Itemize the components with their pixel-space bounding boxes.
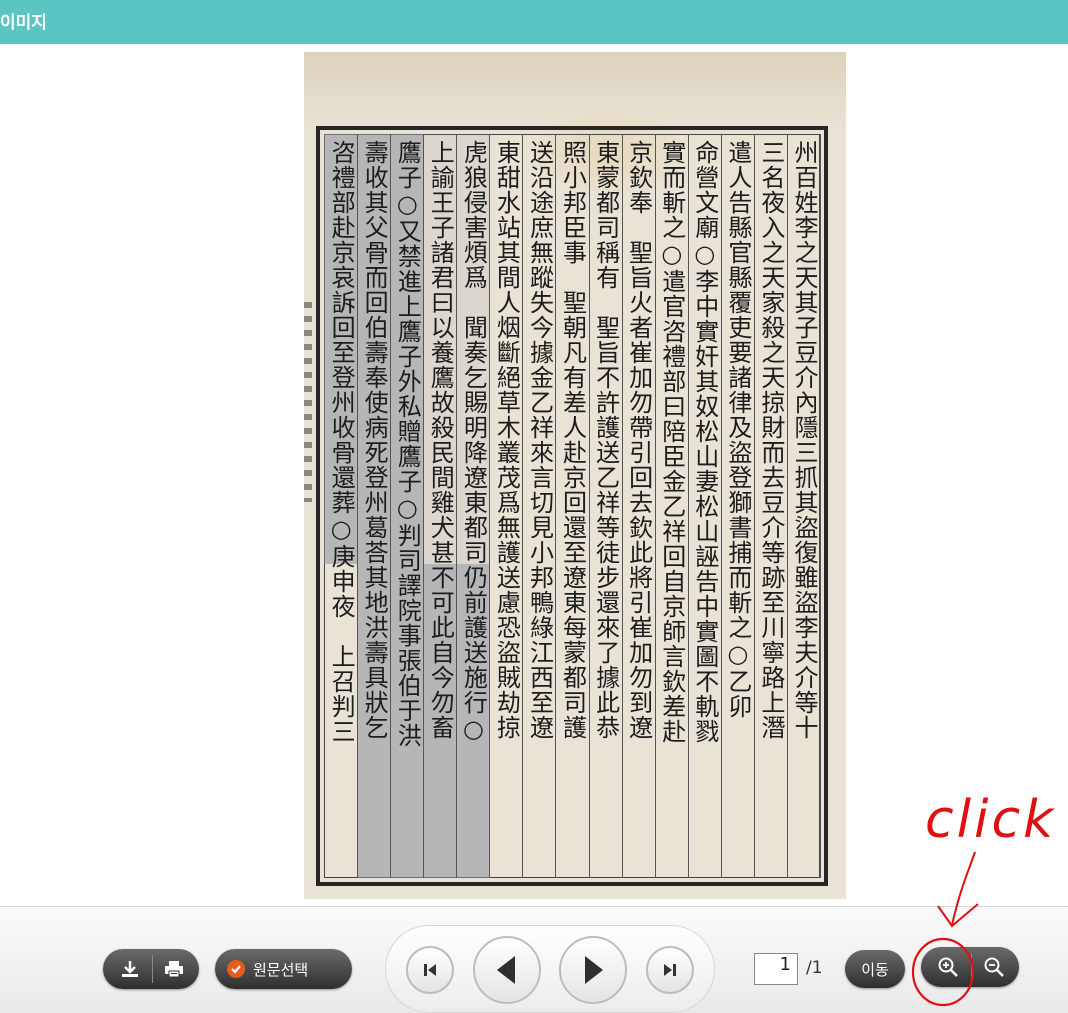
zoom-in-icon [938,957,958,977]
download-print-group [103,949,199,989]
first-page-icon [424,964,436,976]
text-column: 壽收其父骨而回伯壽奉使病死登州葛荅其地洪壽具狀乞 [360,140,389,740]
goto-page-button[interactable]: 이동 [845,950,905,988]
download-button[interactable] [109,949,151,989]
header-bar: 이미지 [0,0,1068,44]
text-column: 遣人告縣官縣覆吏要諸律及盜登獅書捕而斬之○乙卯 [723,140,752,719]
text-column: 上諭王子諸君曰以養鷹故殺民間雞犬甚不可此自今勿畜 [426,140,455,740]
text-column: 三名夜入之天家殺之天掠財而去豆介等跡至川寧路上潛 [756,140,785,740]
text-column: 京欽奉 聖旨火者崔加勿帶引回去欽此將引崔加勿到遼 [624,140,653,740]
text-column: 鷹子○又禁進上鷹子外私贈鷹子○判司譯院事張伯于洪 [393,140,422,748]
page-navigation [385,925,715,1013]
document-scan-image: 州百姓李之天其子豆介內隱三抓其盜復雖盜李夫介等十 三名夜入之天家殺之天掠財而去豆介… [304,52,846,899]
text-columns: 州百姓李之天其子豆介內隱三抓其盜復雖盜李夫介等十 三名夜入之天家殺之天掠財而去豆介… [324,134,821,878]
original-select-label: 원문선택 [253,961,309,979]
last-page-icon [664,964,676,976]
zoom-group [921,947,1019,987]
text-column: 送沿途庶無蹤失今據金乙祥來言切見小邦鴨綠江西至遼 [525,140,554,740]
last-page-button[interactable] [646,946,694,994]
zoom-out-icon [984,957,1004,977]
text-column: 實而斬之○遣官咨禮部曰陪臣金乙祥回自京師言欽差赴 [657,140,686,744]
text-column: 命營文廟○李中實奸其奴松山妻松山誣告中實圖不軌戮 [690,140,719,744]
check-icon [227,960,245,978]
page-total: /1 [806,958,823,978]
zoom-in-button[interactable] [925,947,971,987]
download-icon [122,961,138,977]
next-page-icon [585,956,603,984]
print-icon [165,961,183,978]
previous-page-button[interactable] [473,936,541,1004]
text-column: 東甜水站其間人烟斷絕草木叢茂爲無護送慮恐盜賊劫掠 [492,140,521,740]
text-column: 州百姓李之天其子豆介內隱三抓其盜復雖盜李夫介等十 [789,140,818,740]
text-column: 虎狼侵害煩爲 聞奏乞賜明降遼東都司仍前護送施行○ [459,140,488,744]
page-number-input[interactable]: 1 [754,953,798,985]
next-page-button[interactable] [559,936,627,1004]
previous-page-icon [497,956,515,984]
text-column: 照小邦臣事 聖朝凡有差人赴京回還至遼東每蒙都司護 [558,140,587,740]
text-column: 咨禮部赴京哀訴回至登州收骨還葬○庚申夜 上召判三 [327,140,356,744]
zoom-out-button[interactable] [972,947,1016,987]
text-column: 東蒙都司稱有 聖旨不許護送乙祥等徒步還來了據此恭 [591,140,620,740]
first-page-button[interactable] [406,946,454,994]
annotation-click-text: click [925,790,1057,850]
original-select-button[interactable]: 원문선택 [215,949,352,989]
page-title: 이미지 [0,13,47,33]
print-button[interactable] [153,949,195,989]
